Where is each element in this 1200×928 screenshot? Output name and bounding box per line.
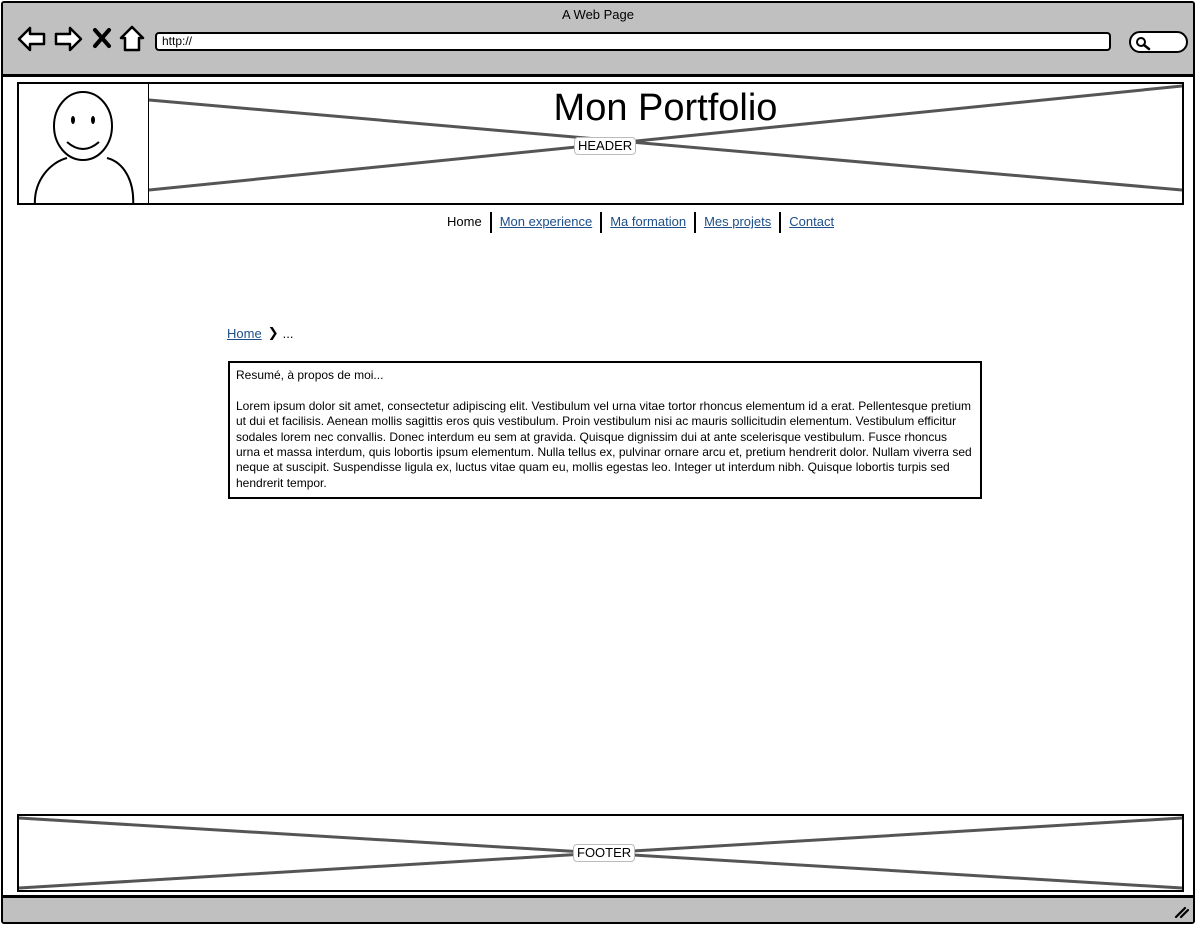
header-placeholder: Mon Portfolio HEADER bbox=[17, 82, 1184, 205]
search-icon bbox=[1136, 37, 1151, 51]
content-body: Lorem ipsum dolor sit amet, consectetur … bbox=[236, 398, 972, 490]
resize-grip-icon[interactable] bbox=[1173, 905, 1189, 919]
nav-item-formation[interactable]: Ma formation bbox=[610, 214, 686, 229]
home-icon[interactable] bbox=[119, 25, 145, 58]
footer-placeholder: FOOTER bbox=[17, 814, 1184, 892]
browser-chrome: A Web Page http:// bbox=[3, 3, 1193, 77]
main-nav: Home Mon experience Ma formation Mes pro… bbox=[439, 211, 842, 233]
window-title: A Web Page bbox=[561, 7, 635, 22]
footer-label: FOOTER bbox=[573, 844, 636, 862]
url-input[interactable]: http:// bbox=[155, 32, 1111, 51]
avatar bbox=[19, 84, 149, 203]
forward-arrow-icon[interactable] bbox=[53, 25, 83, 58]
breadcrumb-home-link[interactable]: Home bbox=[227, 326, 262, 341]
status-bar bbox=[3, 895, 1193, 922]
browser-window: A Web Page http:// Mon Portfolio HEADER … bbox=[1, 1, 1195, 924]
site-title: Mon Portfolio bbox=[553, 87, 778, 129]
breadcrumb: Home ❯ ... bbox=[227, 325, 293, 341]
nav-item-home[interactable]: Home bbox=[439, 211, 490, 233]
header-label: HEADER bbox=[574, 137, 637, 155]
stop-icon[interactable] bbox=[92, 27, 112, 54]
nav-item-experience[interactable]: Mon experience bbox=[500, 214, 593, 229]
nav-item-projects[interactable]: Mes projets bbox=[704, 214, 771, 229]
breadcrumb-current: ... bbox=[282, 325, 294, 341]
content-heading: Resumé, à propos de moi... bbox=[236, 368, 384, 382]
nav-item-contact[interactable]: Contact bbox=[789, 214, 834, 229]
chevron-right-icon: ❯ bbox=[267, 325, 279, 340]
browser-search-field[interactable] bbox=[1129, 31, 1188, 53]
back-arrow-icon[interactable] bbox=[17, 25, 47, 58]
content-panel: Resumé, à propos de moi... Lorem ipsum d… bbox=[228, 361, 982, 499]
user-avatar-icon bbox=[34, 91, 135, 203]
